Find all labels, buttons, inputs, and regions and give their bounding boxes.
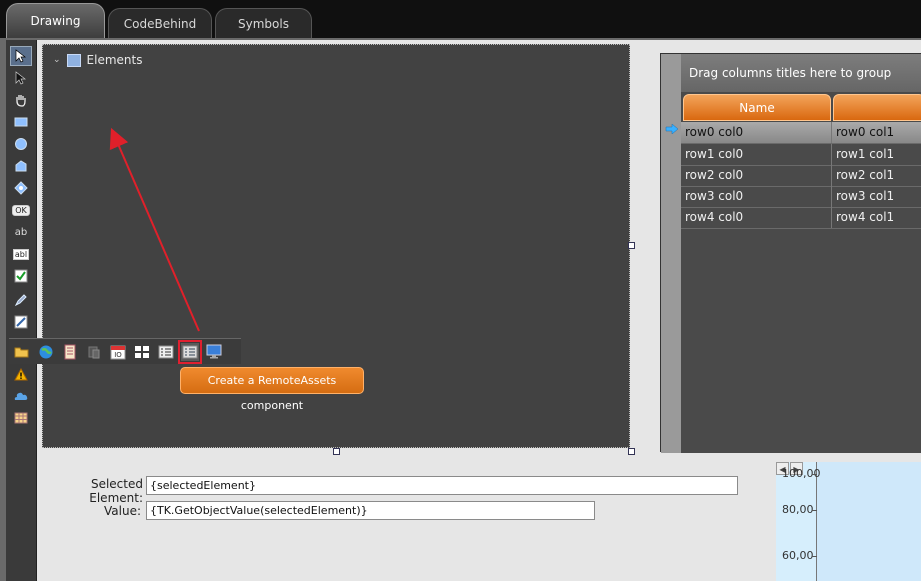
value-field[interactable]: {TK.GetObjectValue(selectedElement)} [146,501,595,520]
table-cell: row4 col1 [831,207,894,228]
button-ok-icon[interactable]: OK [10,200,32,220]
table-row[interactable]: row1 col0 row1 col1 [681,144,921,166]
table-cell: row3 col1 [831,186,894,207]
table-cell: row4 col0 [685,210,744,224]
monitor-icon[interactable] [205,343,223,361]
pen-icon[interactable] [10,290,32,310]
database-icon[interactable] [85,343,103,361]
remote-assets-icon[interactable] [178,339,202,364]
y-tick-label: 80,00 [782,503,814,516]
table-cell: row1 col0 [685,147,744,161]
resize-handle-right[interactable] [628,242,635,249]
table-cell: row3 col0 [685,189,744,203]
book-icon[interactable] [61,343,79,361]
column-header-name[interactable]: Name [683,94,831,121]
table-row[interactable]: row0 col0 row0 col1 [681,122,921,144]
current-row-arrow-icon [665,123,679,136]
chart-fragment: ◀ ▶ 100,00 80,00 60,00 [776,462,921,581]
tab-codebehind[interactable]: CodeBehind [108,8,212,39]
ab-label: ab [14,226,28,238]
checkbox-icon[interactable] [10,266,32,286]
table-row[interactable]: row3 col0 row3 col1 [681,186,921,208]
text-icon[interactable]: ab [10,222,32,242]
selected-element-field[interactable]: {selectedElement} [146,476,738,495]
table-icon[interactable] [10,408,32,428]
table-cell: row1 col1 [831,144,894,165]
path-node-icon[interactable] [10,178,32,198]
column-header-col1[interactable] [833,94,921,121]
selected-element-label: Selected Element: [89,477,143,505]
open-folder-icon[interactable] [13,343,31,361]
resize-handle-bottom[interactable] [333,448,340,455]
drawing-tools-toolbar: OK ab abl [6,40,37,581]
rectangle-icon[interactable] [10,112,32,132]
y-tick-label: 60,00 [782,549,814,562]
table-cell: row2 col1 [831,165,894,186]
textbox-icon[interactable]: abl [10,244,32,264]
datagrid[interactable]: Drag columns titles here to group data. … [660,53,921,453]
cloud-icon[interactable] [10,386,32,406]
pan-hand-icon[interactable] [10,90,32,110]
direct-select-arrow-icon[interactable] [10,68,32,88]
selection-arrow-icon[interactable] [10,46,32,66]
table-cell: row0 col1 [831,122,894,143]
table-row[interactable]: row2 col0 row2 col1 [681,165,921,187]
globe-icon[interactable] [37,343,55,361]
remote-assets-tooltip: Create a RemoteAssets component [180,367,364,412]
warning-icon[interactable] [10,364,32,384]
ellipse-icon[interactable] [10,134,32,154]
document-tab-bar: Drawing CodeBehind Symbols [0,0,921,39]
polygon-icon[interactable] [10,156,32,176]
resize-handle-corner[interactable] [628,448,635,455]
row-header-column [661,54,681,453]
datagrid-body: Drag columns titles here to group data. … [681,54,921,453]
value-label: Value: [104,504,141,518]
calendar-icon[interactable]: IO [109,343,127,361]
tab-symbols[interactable]: Symbols [215,8,312,39]
y-tick-mark [812,510,817,511]
svg-text:IO: IO [114,351,122,359]
grid-icon[interactable] [133,343,151,361]
table-cell: row0 col0 [685,125,744,139]
y-tick-mark [812,556,817,557]
table-row[interactable]: row4 col0 row4 col1 [681,207,921,229]
abl-label: abl [12,248,30,260]
chart-plot-area [817,462,921,581]
tab-drawing[interactable]: Drawing [6,3,105,39]
component-toolbar: IO [9,338,241,364]
group-by-panel[interactable]: Drag columns titles here to group data. [681,54,921,118]
list-icon[interactable] [157,343,175,361]
y-tick-mark [812,474,817,475]
image-editor-icon[interactable] [10,312,32,332]
table-cell: row2 col0 [685,168,744,182]
ok-label: OK [12,204,30,216]
